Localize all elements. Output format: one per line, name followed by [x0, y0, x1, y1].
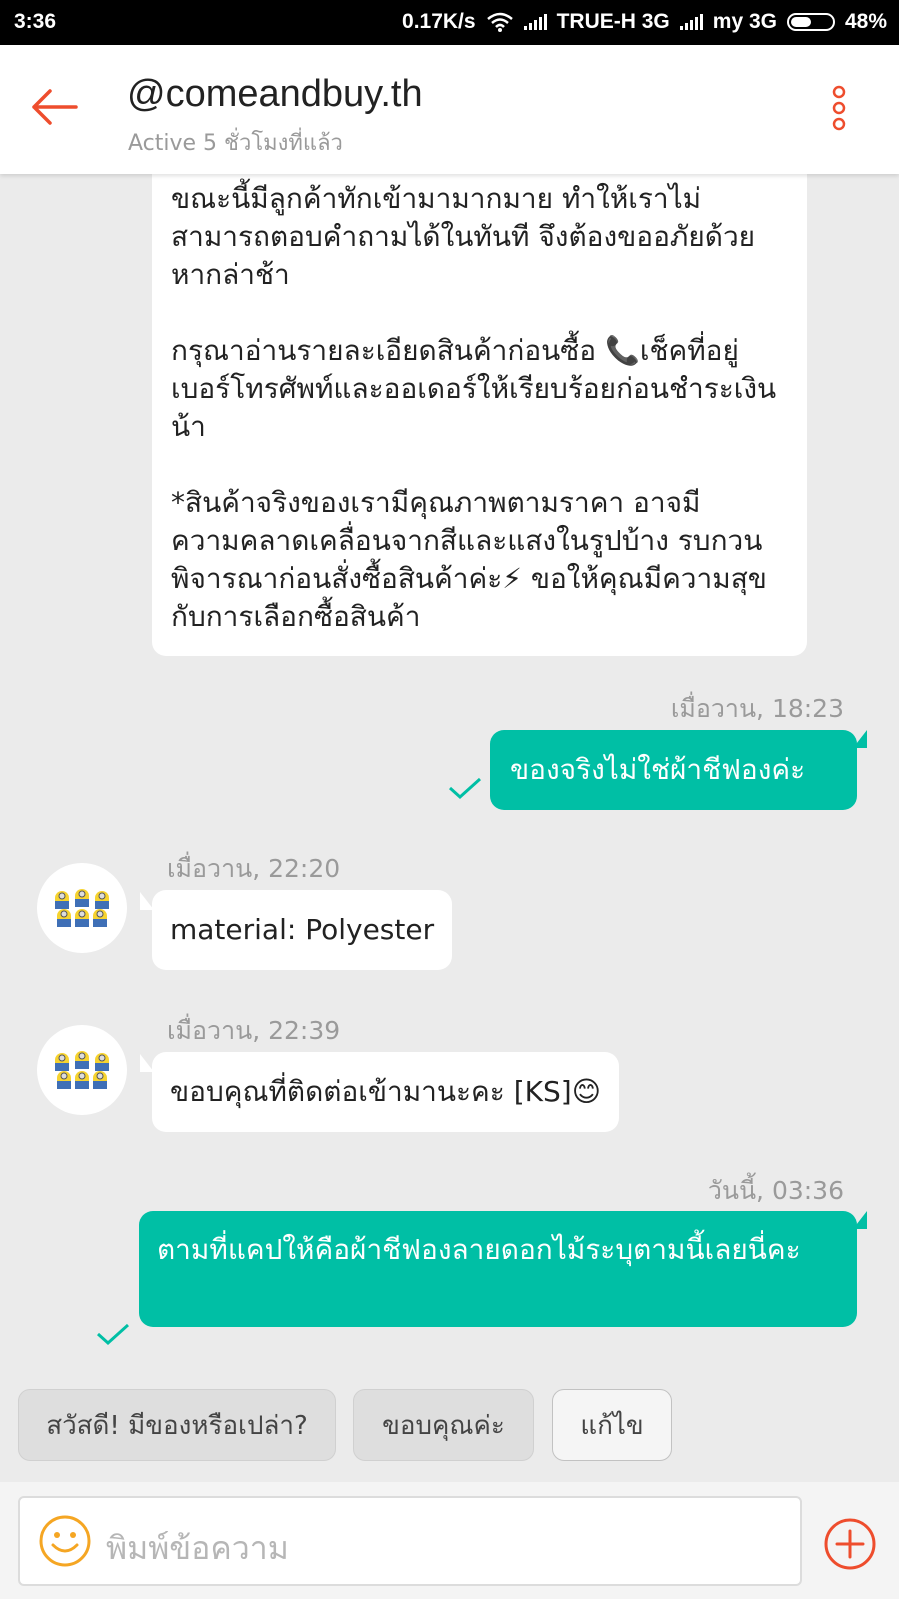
network-speed: 0.17K/s	[402, 10, 476, 33]
quick-replies: สวัสดี! มีของหรือเปล่า? ขอบคุณค่ะ แก้ไข	[0, 1389, 899, 1463]
add-attachment-icon[interactable]	[823, 1517, 877, 1571]
wifi-icon	[486, 12, 513, 32]
chat-title: @comeandbuy.th	[127, 73, 423, 115]
emoji-icon[interactable]	[38, 1514, 92, 1568]
shop-avatar[interactable]	[37, 863, 127, 953]
battery-level: 48%	[844, 10, 887, 33]
chat-header: @comeandbuy.th Active 5 ชั่วโมงที่แล้ว	[0, 45, 899, 174]
minion-avatar-icon	[55, 889, 109, 927]
message-bubble-outgoing[interactable]: ตามที่แคปให้คือผ้าชีฟองลายดอกไม้ระบุตามน…	[139, 1211, 857, 1327]
message-paragraph: ขณะนี้มีลูกค้าทักเข้ามามากมาย ทำให้เราไม…	[171, 182, 756, 291]
message-bubble-incoming[interactable]: ขณะนี้มีลูกค้าทักเข้ามามากมาย ทำให้เราไม…	[152, 174, 807, 656]
signal-icon	[523, 14, 547, 30]
bubble-tail	[853, 730, 867, 748]
status-time: 3:36	[14, 10, 57, 33]
message-timestamp: วันนี้, 03:36	[707, 1176, 844, 1205]
quick-reply-hello[interactable]: สวัสดี! มีของหรือเปล่า?	[18, 1389, 336, 1461]
carrier-2: my 3G	[712, 10, 777, 33]
message-list[interactable]: ขณะนี้มีลูกค้าทักเข้ามามากมาย ทำให้เราไม…	[0, 174, 899, 1389]
message-timestamp: เมื่อวาน, 22:20	[167, 854, 341, 883]
message-bubble-incoming[interactable]: material: Polyester	[152, 890, 453, 970]
message-bubble-incoming[interactable]: ขอบคุณที่ติดต่อเข้ามานะคะ [KS]😊	[152, 1052, 619, 1132]
signal-icon-2	[679, 14, 703, 30]
carrier-1: TRUE-H 3G	[556, 10, 670, 33]
battery-icon	[786, 13, 835, 31]
message-input[interactable]: พิมพ์ข้อความ	[18, 1496, 802, 1586]
shop-avatar[interactable]	[37, 1025, 127, 1115]
edit-quick-replies-button[interactable]: แก้ไข	[552, 1389, 672, 1461]
more-options-icon[interactable]	[829, 85, 849, 135]
message-timestamp: เมื่อวาน, 22:39	[167, 1016, 341, 1045]
minion-avatar-icon	[55, 1051, 109, 1089]
message-paragraph: กรุณาอ่านรายละเอียดสินค้าก่อนซื้อ 📞เช็คท…	[171, 334, 777, 443]
sent-check-icon	[448, 777, 482, 800]
status-bar: 3:36 0.17K/s TRUE-H 3G my 3G 48%	[0, 0, 899, 45]
back-arrow-icon[interactable]	[30, 87, 78, 127]
message-timestamp: เมื่อวาน, 18:23	[670, 694, 844, 723]
status-right: 0.17K/s TRUE-H 3G my 3G 48%	[402, 10, 887, 34]
bubble-tail	[853, 1211, 867, 1229]
active-status: Active 5 ชั่วโมงที่แล้ว	[128, 131, 343, 156]
composer-bar: พิมพ์ข้อความ	[0, 1482, 899, 1599]
message-paragraph: *สินค้าจริงของเรามีคุณภาพตามราคา อาจมีคว…	[171, 486, 767, 633]
message-placeholder: พิมพ์ข้อความ	[106, 1529, 289, 1567]
quick-reply-thanks[interactable]: ขอบคุณค่ะ	[353, 1389, 534, 1461]
sent-check-icon	[96, 1323, 130, 1346]
message-bubble-outgoing[interactable]: ของจริงไม่ใช่ผ้าชีฟองค่ะ	[490, 730, 857, 810]
